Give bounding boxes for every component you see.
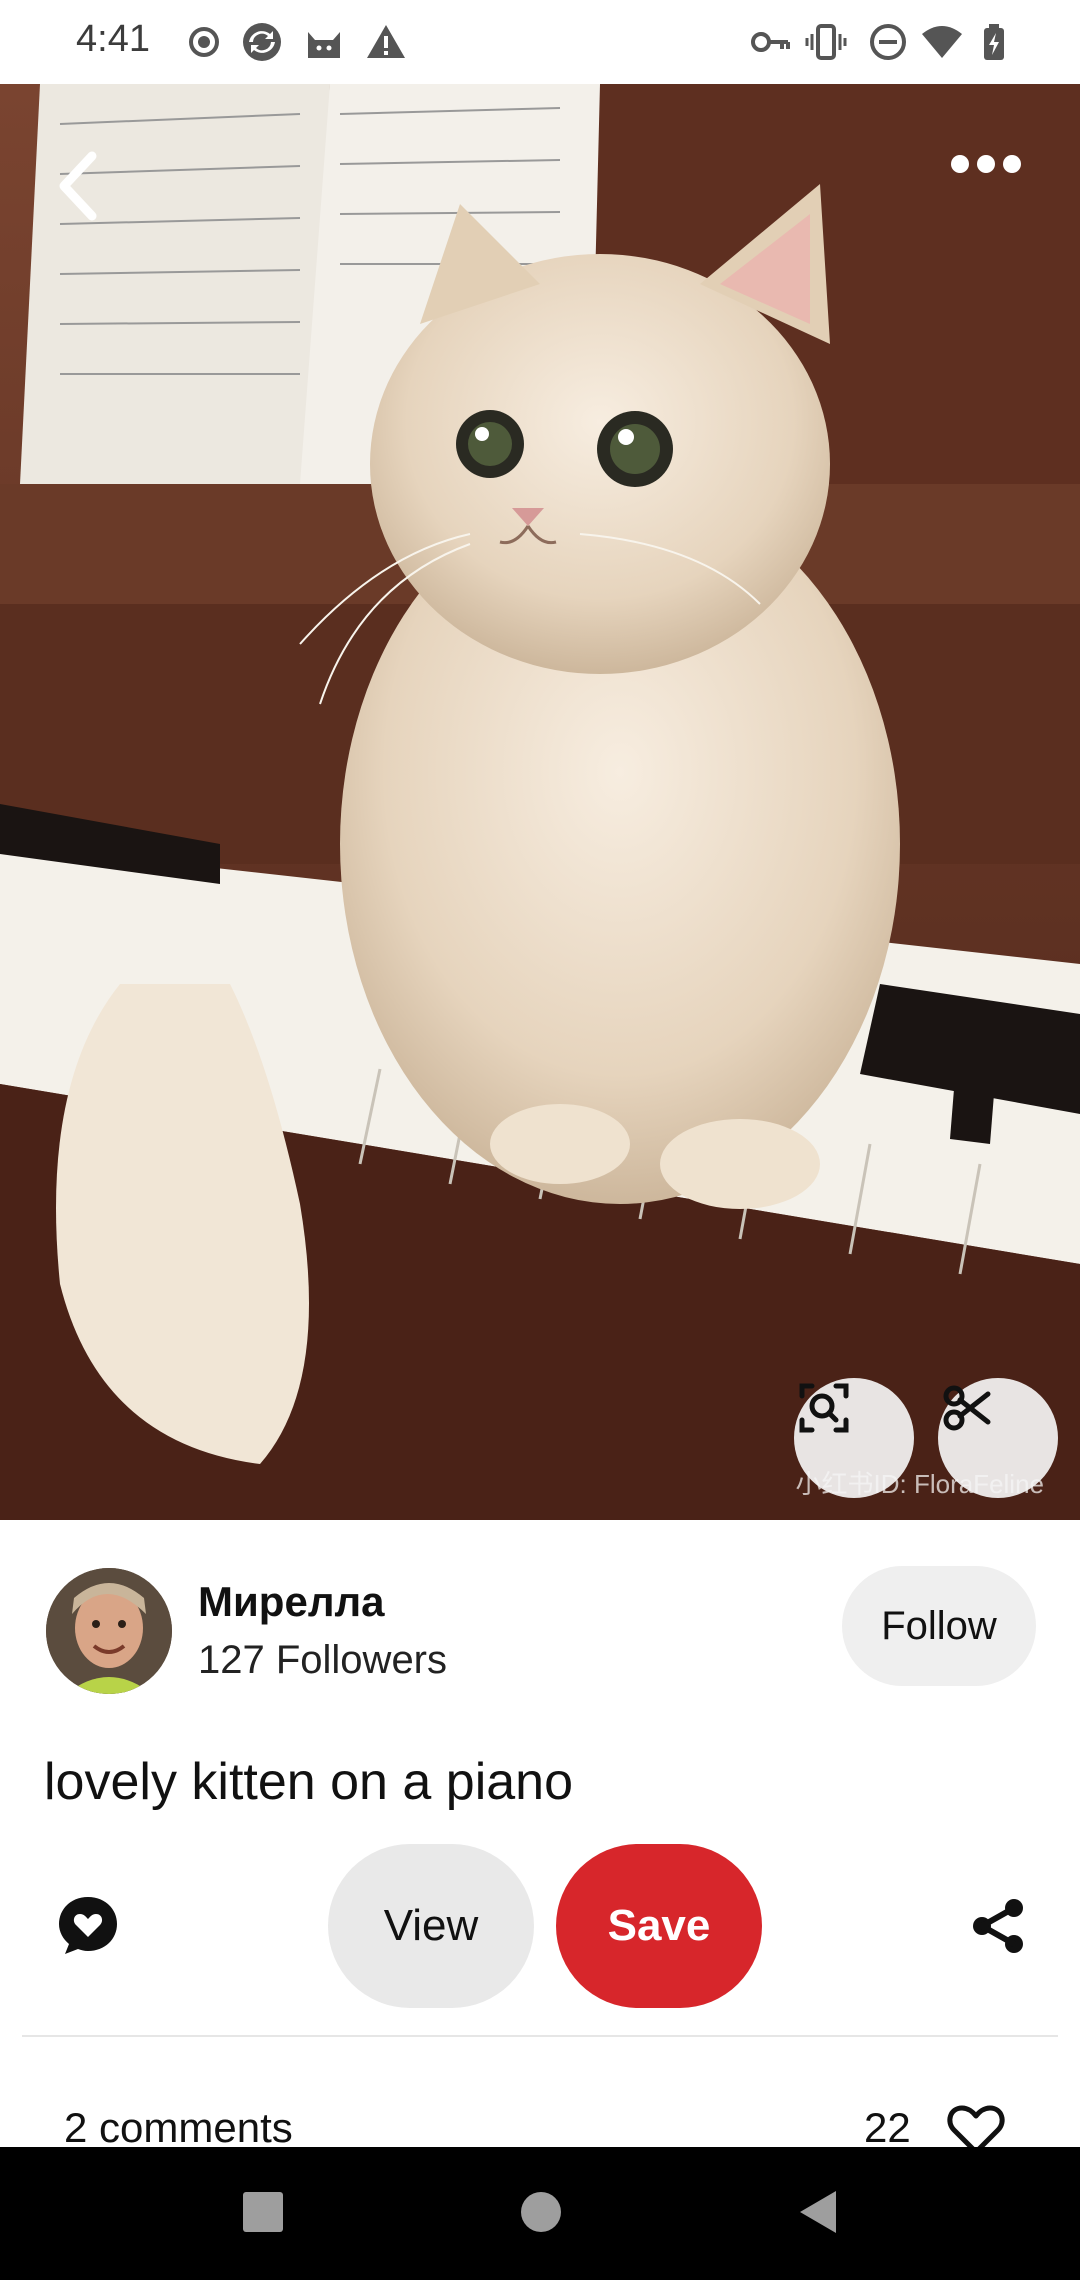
visual-search-icon <box>799 1383 849 1433</box>
home-button[interactable] <box>520 2191 562 2233</box>
do-not-disturb-icon <box>870 24 906 60</box>
pin-image[interactable]: 小红书ID: FloraFeline <box>0 84 1080 1520</box>
comment-heart-icon[interactable] <box>56 1893 120 1957</box>
likes-count: 22 <box>864 2104 911 2151</box>
creator-name[interactable]: Мирелла <box>198 1578 385 1626</box>
wifi-icon <box>922 26 962 58</box>
vibrate-icon <box>805 24 847 60</box>
back-button[interactable] <box>50 146 110 226</box>
status-bar: 4:41 <box>0 0 1080 84</box>
creator-followers: 127 Followers <box>198 1638 448 1682</box>
save-button[interactable]: Save <box>556 1844 762 2008</box>
key-icon <box>751 32 790 52</box>
visual-search-button[interactable] <box>794 1378 914 1498</box>
nav-back-button[interactable] <box>796 2189 838 2235</box>
navigation-bar <box>0 2147 1080 2280</box>
record-icon <box>189 27 219 57</box>
view-button[interactable]: View <box>328 1844 534 2008</box>
share-icon[interactable] <box>968 1896 1028 1956</box>
status-time: 4:41 <box>76 18 150 60</box>
follow-button[interactable]: Follow <box>842 1566 1036 1686</box>
more-options-button[interactable] <box>946 148 1026 180</box>
pin-title: lovely kitten on a piano <box>44 1753 574 1811</box>
avatar-image <box>46 1568 172 1694</box>
comments-count[interactable]: 2 comments <box>64 2104 293 2152</box>
scissors-icon <box>943 1385 991 1431</box>
sync-icon <box>243 23 281 61</box>
cat-app-icon <box>308 32 340 58</box>
battery-icon <box>984 24 1004 60</box>
section-divider <box>22 2035 1058 2037</box>
kitten-illustration <box>0 84 1080 1520</box>
cutout-button[interactable] <box>938 1378 1058 1498</box>
recents-button[interactable] <box>242 2191 284 2233</box>
warning-icon <box>367 25 405 58</box>
creator-avatar[interactable] <box>46 1568 172 1694</box>
